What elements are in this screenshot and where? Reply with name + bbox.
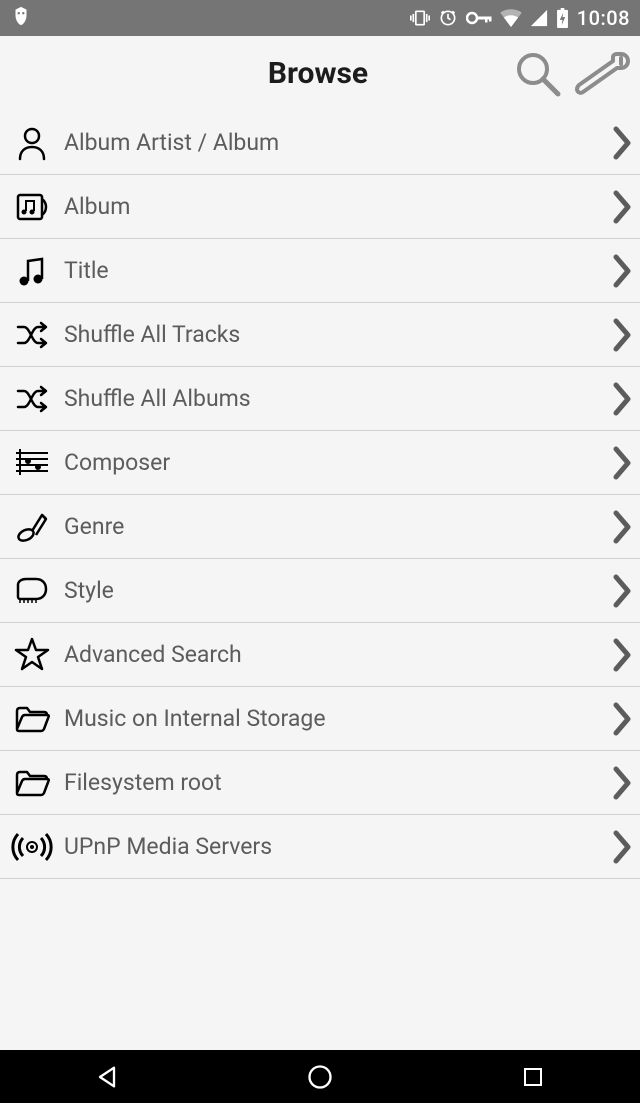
status-icons: 10:08: [410, 6, 630, 30]
upnp-icon: [8, 823, 56, 871]
search-icon: [513, 49, 563, 99]
chevron-right-icon: [610, 380, 634, 418]
chevron-right-icon: [610, 764, 634, 802]
folder-icon: [8, 695, 56, 743]
list-item[interactable]: Shuffle All Albums: [0, 367, 640, 431]
chevron-right-icon: [610, 636, 634, 674]
list-item-label: Music on Internal Storage: [64, 705, 610, 732]
chevron-right-icon: [610, 572, 634, 610]
status-app-icon: [10, 5, 32, 32]
list-item-label: Album Artist / Album: [64, 129, 610, 156]
list-item-label: Filesystem root: [64, 769, 610, 796]
list-item-label: Title: [64, 257, 610, 284]
chevron-right-icon: [610, 700, 634, 738]
chevron-right-icon: [610, 188, 634, 226]
home-icon: [306, 1063, 334, 1091]
settings-button[interactable]: [572, 48, 632, 100]
list-item[interactable]: Filesystem root: [0, 751, 640, 815]
chevron-right-icon: [610, 444, 634, 482]
title-icon: [8, 247, 56, 295]
status-bar: 10:08: [0, 0, 640, 36]
chevron-right-icon: [610, 252, 634, 290]
list-item-label: UPnP Media Servers: [64, 833, 610, 860]
list-item[interactable]: UPnP Media Servers: [0, 815, 640, 879]
search-button[interactable]: [508, 48, 568, 100]
star-icon: [8, 631, 56, 679]
nav-back-button[interactable]: [82, 1062, 132, 1092]
signal-icon: [530, 9, 548, 27]
browse-list: Album Artist / Album Album Title Shuffle Al…: [0, 111, 640, 1050]
list-item[interactable]: Genre: [0, 495, 640, 559]
genre-icon: [8, 503, 56, 551]
chevron-right-icon: [610, 508, 634, 546]
list-item[interactable]: Album: [0, 175, 640, 239]
list-item-label: Shuffle All Tracks: [64, 321, 610, 348]
list-item-label: Genre: [64, 513, 610, 540]
nav-bar: [0, 1050, 640, 1103]
alarm-icon: [438, 8, 458, 28]
list-item[interactable]: Composer: [0, 431, 640, 495]
style-icon: [8, 567, 56, 615]
list-item[interactable]: Style: [0, 559, 640, 623]
header: Browse: [0, 36, 640, 111]
artist-icon: [8, 119, 56, 167]
list-item-label: Composer: [64, 449, 610, 476]
list-item-label: Style: [64, 577, 610, 604]
shuffle-icon: [8, 375, 56, 423]
list-item[interactable]: Music on Internal Storage: [0, 687, 640, 751]
chevron-right-icon: [610, 124, 634, 162]
back-icon: [93, 1063, 121, 1091]
list-item-label: Album: [64, 193, 610, 220]
list-item[interactable]: Title: [0, 239, 640, 303]
battery-icon: [556, 8, 569, 28]
list-item[interactable]: Album Artist / Album: [0, 111, 640, 175]
nav-recent-button[interactable]: [508, 1062, 558, 1092]
list-item-label: Shuffle All Albums: [64, 385, 610, 412]
chevron-right-icon: [610, 828, 634, 866]
folder-icon: [8, 759, 56, 807]
list-item[interactable]: Shuffle All Tracks: [0, 303, 640, 367]
chevron-right-icon: [610, 316, 634, 354]
shuffle-icon: [8, 311, 56, 359]
wifi-icon: [500, 9, 522, 27]
status-time: 10:08: [577, 6, 630, 30]
album-icon: [8, 183, 56, 231]
list-item[interactable]: Advanced Search: [0, 623, 640, 687]
recent-icon: [521, 1065, 545, 1089]
list-item-label: Advanced Search: [64, 641, 610, 668]
vibrate-icon: [410, 8, 430, 28]
key-icon: [466, 10, 492, 26]
wrench-icon: [573, 50, 631, 98]
nav-home-button[interactable]: [295, 1062, 345, 1092]
composer-icon: [8, 439, 56, 487]
page-title: Browse: [128, 56, 508, 91]
